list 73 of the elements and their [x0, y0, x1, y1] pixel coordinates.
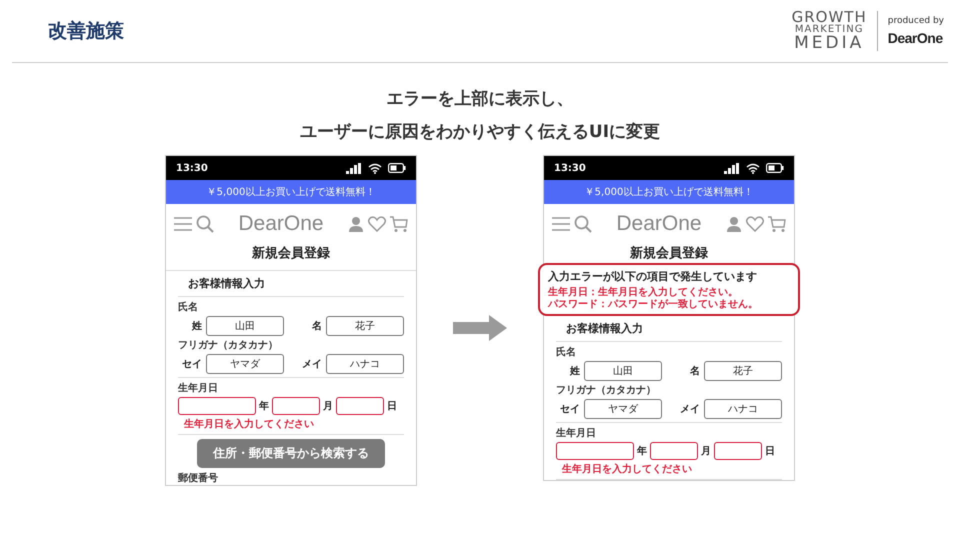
field-label: 姓: [190, 320, 202, 333]
banner-text: ￥5,000以上お買い上げで送料無料！: [584, 186, 754, 199]
text-input[interactable]: ハナコ: [704, 399, 782, 419]
signal-icon: [346, 162, 362, 174]
right-arrow-icon: [453, 315, 507, 341]
heart-icon[interactable]: [746, 216, 764, 232]
menu-icon[interactable]: [174, 216, 192, 232]
text-input[interactable]: ハナコ: [326, 354, 404, 374]
error-message: 生年月日を入力してください: [182, 418, 314, 431]
wifi-icon: [746, 162, 760, 174]
page-title: 新規会員登録: [166, 244, 416, 271]
field-label: 氏名: [556, 346, 576, 359]
signal-icon: [724, 162, 740, 174]
field-label: 郵便番号: [178, 472, 219, 485]
field-label: セイ: [559, 403, 580, 416]
field-label: 日: [387, 400, 397, 413]
field-label: セイ: [181, 358, 202, 371]
menu-icon[interactable]: [552, 216, 570, 232]
status-time: 13:30: [554, 162, 586, 174]
date-input[interactable]: [650, 442, 698, 460]
field-label: 氏名: [178, 300, 198, 314]
banner-text: ￥5,000以上お買い上げで送料無料！: [206, 186, 376, 199]
field-label: 名: [689, 364, 700, 378]
heart-icon[interactable]: [368, 216, 386, 232]
text-input[interactable]: 山田: [584, 361, 662, 381]
battery-icon: [388, 163, 406, 173]
field-label: 名: [311, 320, 322, 333]
text-input[interactable]: 花子: [704, 361, 782, 381]
search-icon[interactable]: [196, 215, 214, 233]
text-input[interactable]: ヤマダ: [584, 399, 662, 419]
section-title: お客様情報入力: [556, 316, 782, 342]
growth-marketing-media-logo: GROWTH MARKETING MEDIA: [792, 10, 867, 52]
error-summary-title: 入力エラーが以下の項目で発生しています: [548, 269, 757, 284]
error-message: パスワード：パスワードが一致していません。: [548, 298, 758, 310]
date-input[interactable]: [714, 442, 762, 460]
field-label: 姓: [568, 364, 580, 378]
cart-icon[interactable]: [768, 216, 786, 232]
battery-icon: [766, 163, 784, 173]
address-search-button[interactable]: 住所・郵便番号から検索する: [197, 439, 385, 468]
person-icon[interactable]: [348, 216, 364, 232]
headline-text: ユーザーに原因をわかりやすく伝えるUIに変更: [300, 121, 660, 143]
search-icon[interactable]: [574, 215, 592, 233]
field-label: 年: [259, 400, 269, 413]
produced-by-text: produced by: [888, 16, 944, 26]
field-label: 月: [701, 445, 711, 458]
text-input[interactable]: 花子: [326, 316, 404, 336]
dearone-logo: DearOne: [888, 30, 944, 46]
field-label: フリガナ（カタカナ）: [178, 339, 278, 352]
error-message: 生年月日を入力してください: [560, 462, 692, 476]
date-input[interactable]: [336, 397, 384, 415]
field-label: 日: [765, 445, 775, 458]
date-input[interactable]: [272, 397, 320, 415]
field-label: メイ: [301, 358, 322, 371]
slide-title: 改善施策: [48, 19, 124, 44]
field-label: 生年月日: [556, 426, 596, 440]
store-logo: DearOne: [615, 212, 703, 236]
cart-icon[interactable]: [390, 216, 408, 232]
date-input[interactable]: [556, 442, 634, 460]
section-title: お客様情報入力: [178, 271, 404, 297]
status-time: 13:30: [176, 162, 208, 174]
field-label: 生年月日: [178, 382, 218, 395]
field-label: メイ: [679, 403, 700, 416]
error-message: 生年月日：生年月日を入力してください。: [548, 287, 738, 298]
wifi-icon: [368, 162, 382, 174]
field-label: 年: [637, 444, 647, 458]
date-input[interactable]: [178, 397, 256, 415]
field-label: 月: [323, 400, 333, 413]
store-logo: DearOne: [237, 212, 325, 236]
field-label: フリガナ（カタカナ）: [556, 384, 656, 397]
headline-text: エラーを上部に表示し、: [386, 88, 574, 110]
text-input[interactable]: ヤマダ: [206, 354, 284, 374]
person-icon[interactable]: [726, 216, 742, 232]
text-input[interactable]: 山田: [206, 316, 284, 336]
